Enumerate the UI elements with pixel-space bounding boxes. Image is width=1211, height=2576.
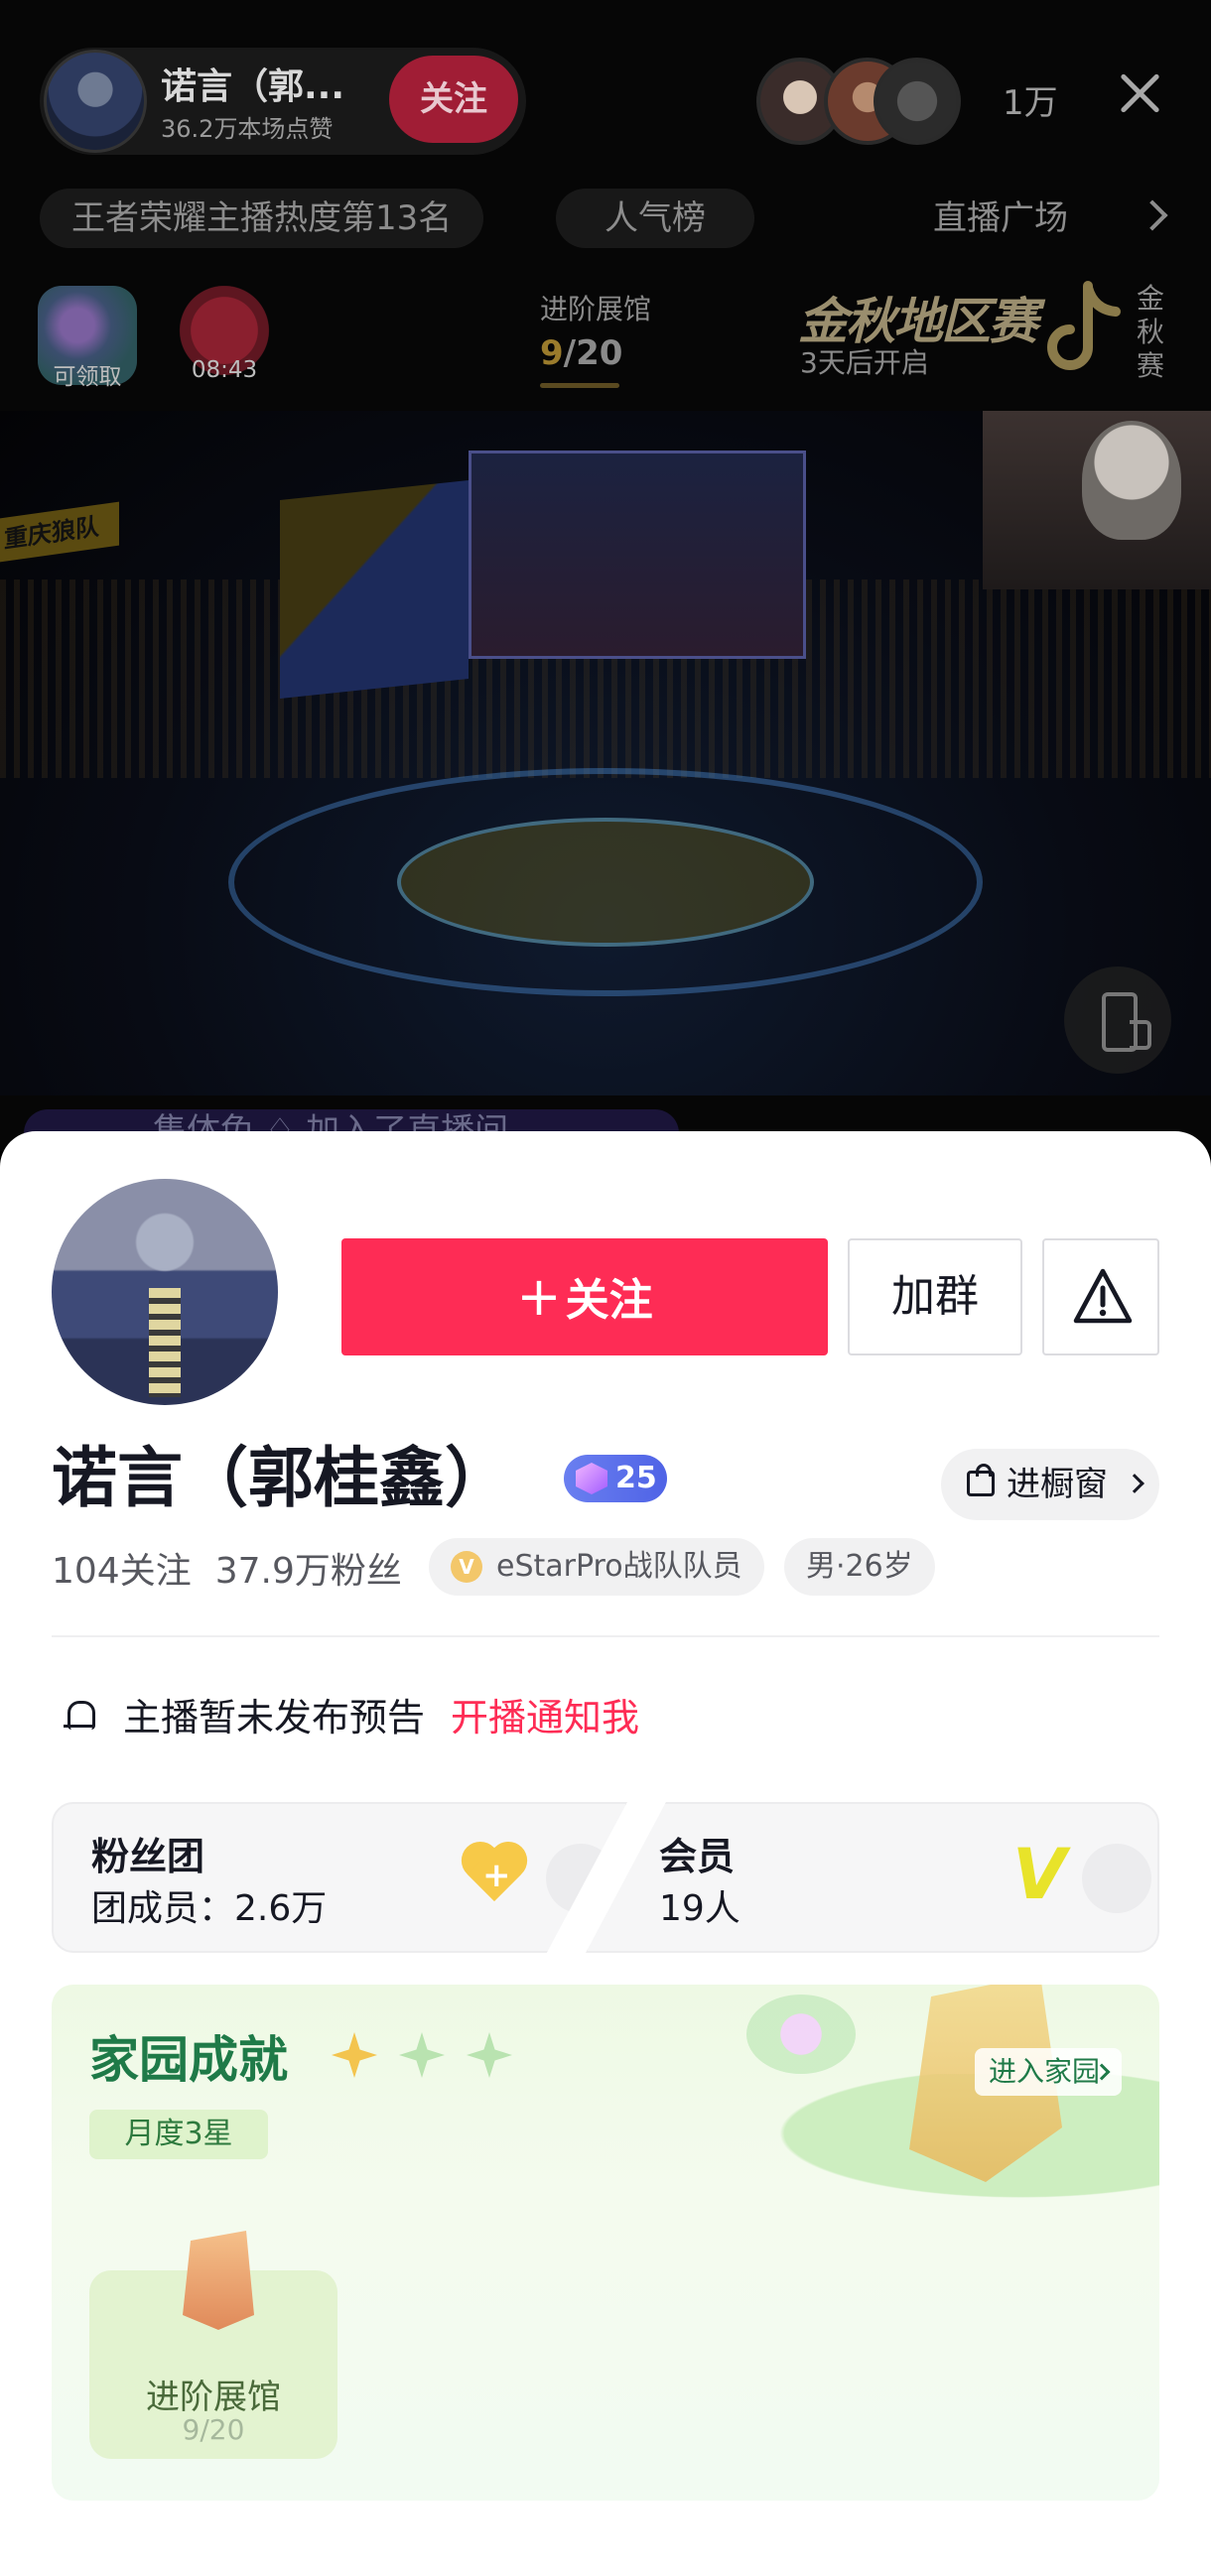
gift-bag-timer: 08:43 bbox=[191, 357, 258, 383]
plus-icon: + bbox=[482, 1856, 511, 1895]
fan-badge-icon bbox=[546, 1844, 615, 1913]
star-icon bbox=[467, 2032, 512, 2078]
stage-screen bbox=[280, 480, 469, 699]
membership-count: 19人 bbox=[659, 1888, 740, 1929]
team-member-tag[interactable]: VeStarPro战队队员 bbox=[429, 1538, 764, 1596]
home-achievement-card[interactable]: 家园成就 进入家园 月度3星 进阶展馆 9/20 bbox=[52, 1985, 1159, 2501]
exhibition-title[interactable]: 进阶展馆 bbox=[540, 288, 651, 327]
tiktok-logo-icon[interactable] bbox=[1044, 278, 1124, 387]
star-icon bbox=[332, 2032, 377, 2078]
chevron-right-icon bbox=[1125, 1474, 1144, 1493]
gender-age-tag: 男·26岁 bbox=[784, 1538, 935, 1596]
join-group-button[interactable]: 加群 bbox=[848, 1238, 1022, 1355]
achievement-name: 进阶展馆 bbox=[146, 2378, 281, 2417]
enter-home-button[interactable]: 进入家园 bbox=[975, 2048, 1122, 2096]
hot-rank-tag[interactable]: 王者荣耀主播热度第13名 bbox=[40, 189, 484, 248]
chevron-right-icon bbox=[1137, 199, 1168, 231]
exhibition-progress-text: 9/20 bbox=[540, 333, 623, 373]
viewer-count[interactable]: 1万 bbox=[1003, 75, 1058, 124]
stage-arena-center bbox=[397, 818, 814, 947]
star-icon bbox=[399, 2032, 445, 2078]
rotate-screen-icon[interactable] bbox=[1064, 966, 1171, 1074]
team-banner: 重庆狼队 bbox=[0, 501, 119, 563]
live-room-background: 诺言（郭... 36.2万本场点赞 关注 1万 王者荣耀主播热度第13名 人气榜… bbox=[0, 0, 1211, 1151]
notify-me-link[interactable]: 开播通知我 bbox=[451, 1696, 639, 1739]
live-plaza-link[interactable]: 直播广场 bbox=[933, 189, 1068, 248]
gem-icon bbox=[576, 1463, 607, 1494]
fans-count[interactable]: 37.9万粉丝 bbox=[215, 1551, 402, 1592]
following-count[interactable]: 104关注 bbox=[52, 1551, 192, 1592]
fan-club-title: 粉丝团 bbox=[91, 1835, 205, 1878]
vip-badge-icon bbox=[1082, 1844, 1151, 1913]
profile-name: 诺言（郭桂鑫） bbox=[52, 1440, 510, 1516]
popularity-list-tag[interactable]: 人气榜 bbox=[556, 189, 754, 248]
stage-screen bbox=[469, 451, 806, 659]
user-level-badge[interactable]: 25 bbox=[564, 1455, 667, 1502]
autumn-tournament-countdown: 3天后开启 bbox=[800, 346, 929, 379]
host-follow-button[interactable]: 关注 bbox=[389, 56, 518, 143]
live-video-stage[interactable]: 重庆狼队 bbox=[0, 411, 1211, 1095]
broadcast-notice: 主播暂未发布预告 开播通知我 bbox=[64, 1687, 639, 1741]
claim-label: 可领取 bbox=[53, 364, 122, 390]
divider bbox=[52, 1635, 1159, 1637]
streamer-face bbox=[1082, 421, 1181, 540]
follow-button[interactable]: +关注 bbox=[341, 1238, 828, 1355]
vip-v-icon: V bbox=[1012, 1834, 1067, 1915]
host-avatar[interactable] bbox=[44, 50, 147, 153]
membership-card[interactable]: 会员 19人 V bbox=[586, 1802, 1159, 1953]
membership-title: 会员 bbox=[659, 1835, 736, 1878]
profile-sheet: +关注 加群 诺言（郭桂鑫） 25 进橱窗 104关注 37.9万粉丝 VeSta… bbox=[0, 1131, 1211, 2576]
exhibition-building-icon bbox=[183, 2231, 254, 2330]
host-name: 诺言（郭... bbox=[161, 66, 345, 107]
profile-avatar[interactable] bbox=[52, 1179, 278, 1405]
autumn-tournament-vertical-label: 金秋赛 bbox=[1136, 282, 1164, 382]
profile-stats: 104关注 37.9万粉丝 bbox=[52, 1542, 402, 1594]
monthly-star-level: 月度3星 bbox=[89, 2110, 268, 2159]
host-likes-count: 36.2万本场点赞 bbox=[161, 115, 334, 143]
showcase-button[interactable]: 进橱窗 bbox=[941, 1449, 1159, 1520]
achievement-progress: 9/20 bbox=[182, 2413, 245, 2446]
warning-icon bbox=[1073, 1268, 1133, 1324]
verified-v-icon: V bbox=[451, 1551, 482, 1583]
exhibition-progress-bar bbox=[540, 383, 619, 388]
plus-icon: + bbox=[516, 1265, 562, 1328]
fan-club-card[interactable]: 粉丝团 团成员：2.6万 + bbox=[52, 1802, 627, 1953]
home-scene-orb bbox=[746, 1995, 856, 2074]
fan-club-members: 团成员：2.6万 bbox=[91, 1888, 328, 1929]
bell-icon bbox=[64, 1699, 95, 1733]
close-icon[interactable] bbox=[1118, 71, 1161, 115]
home-achievement-title: 家园成就 bbox=[89, 2031, 288, 2089]
shopping-bag-icon bbox=[967, 1464, 995, 1496]
viewer-avatar[interactable] bbox=[874, 58, 961, 145]
report-button[interactable] bbox=[1042, 1238, 1159, 1355]
